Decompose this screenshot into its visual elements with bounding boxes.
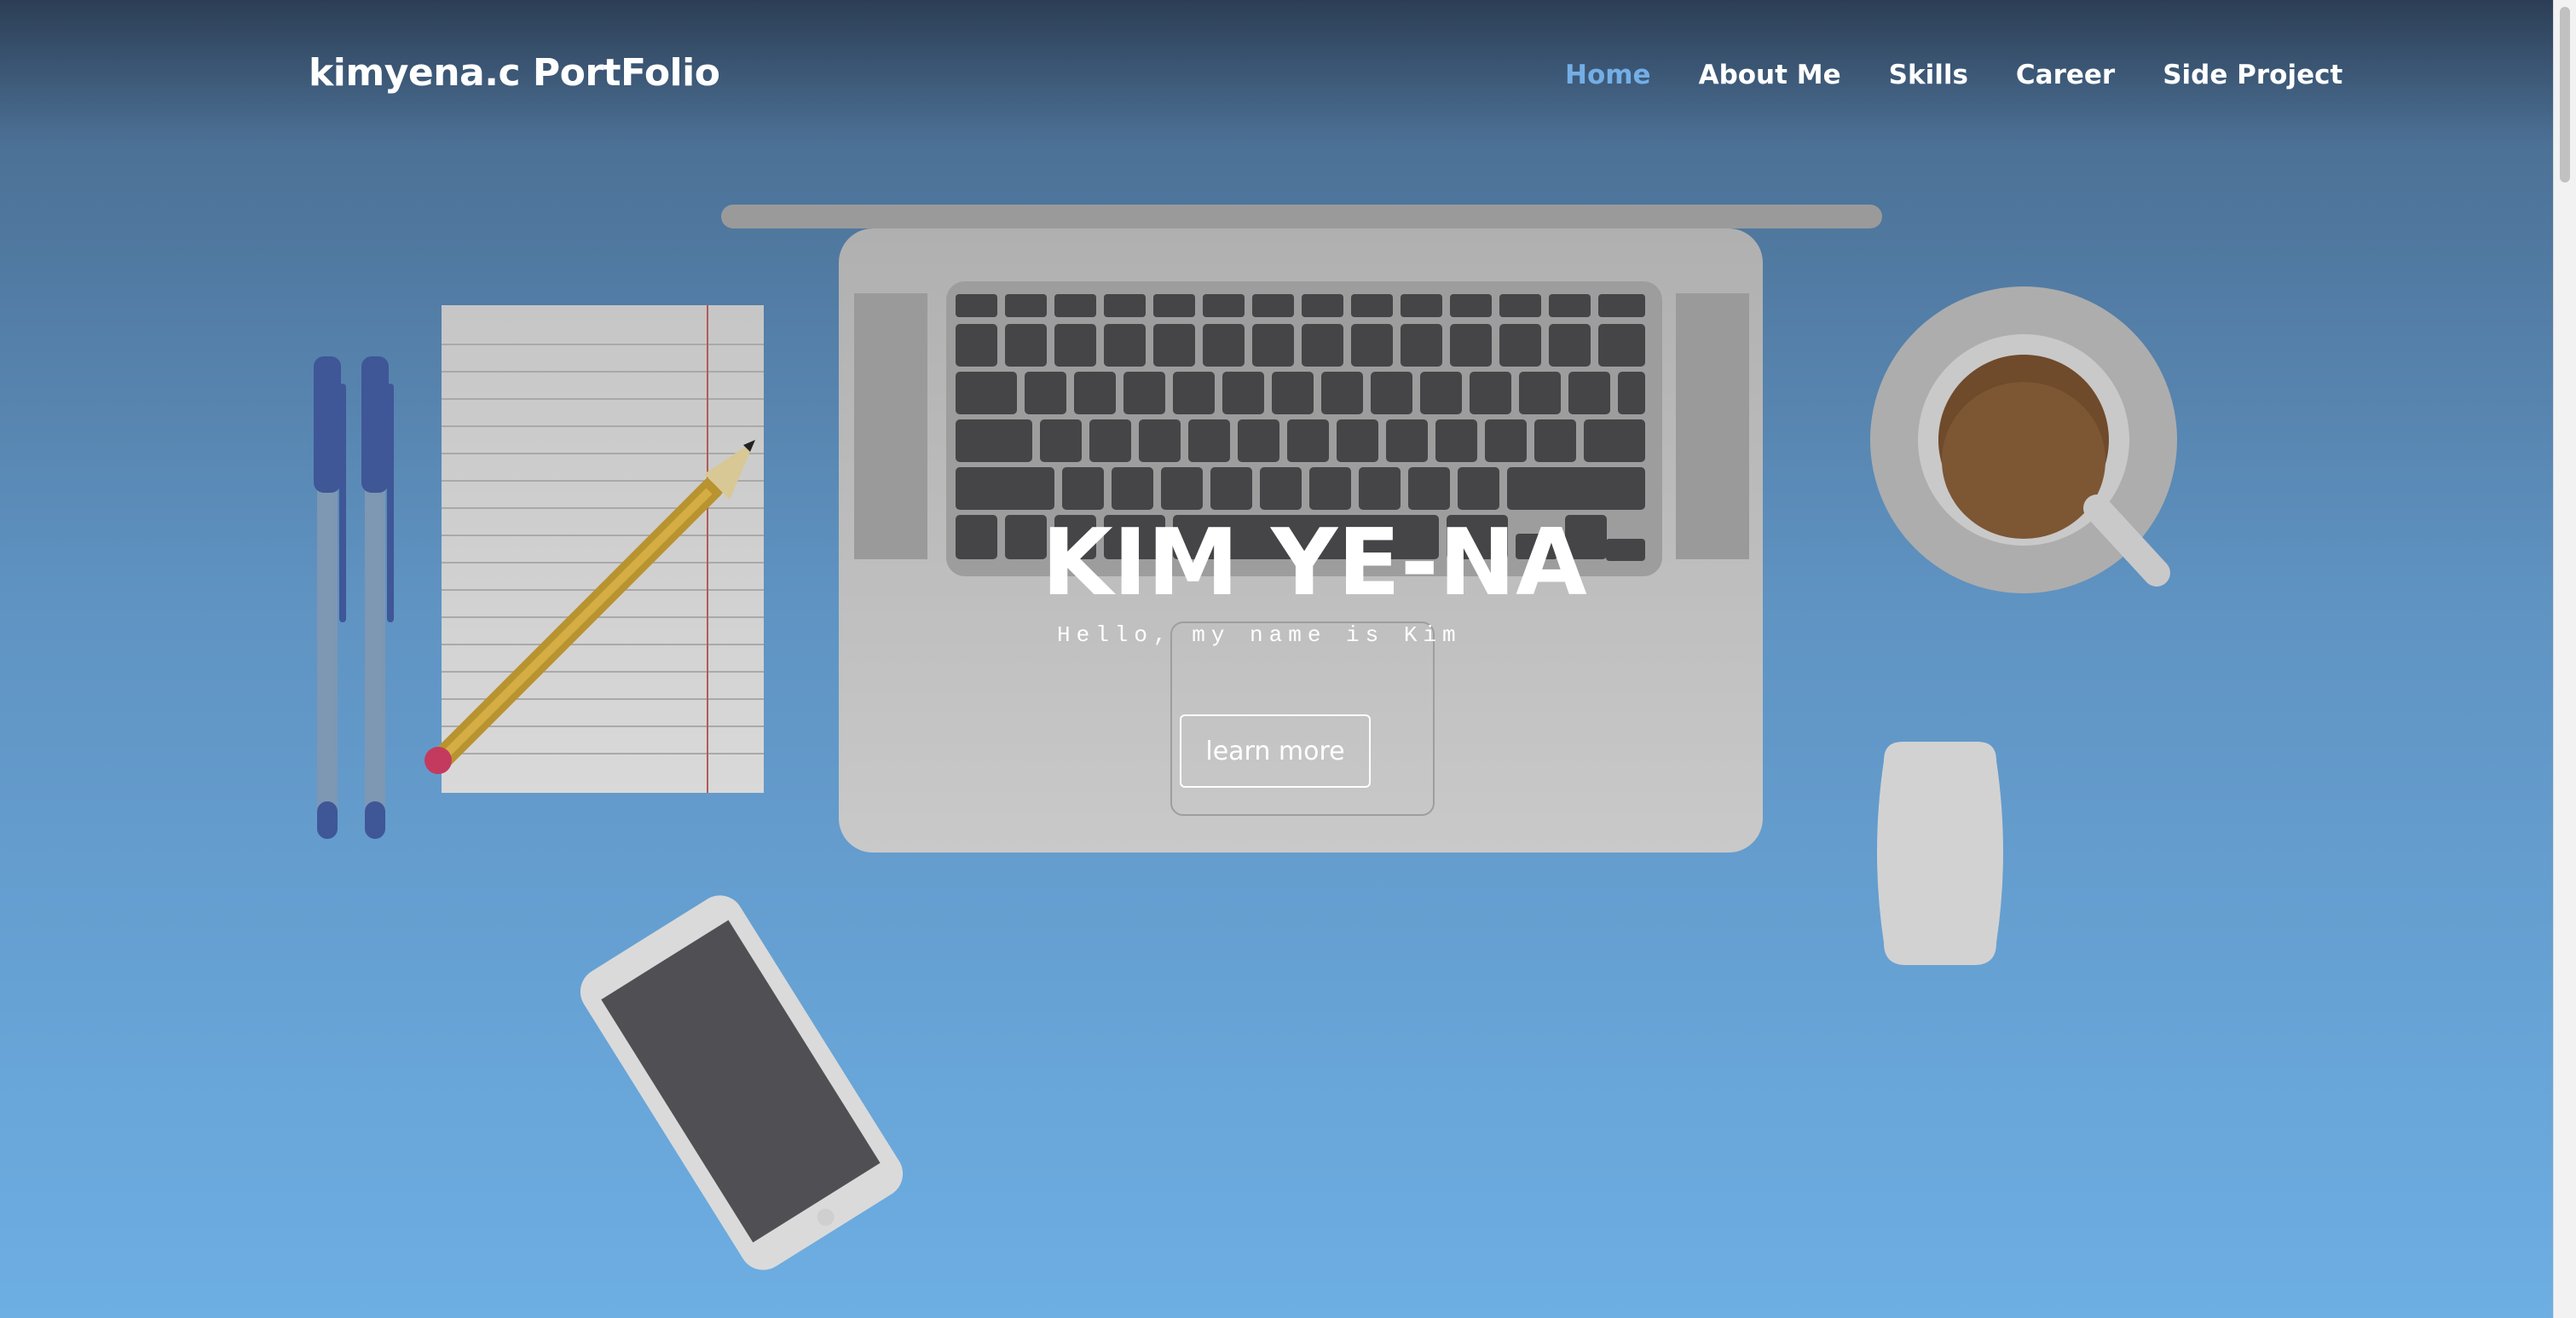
nav-career[interactable]: Career	[2016, 60, 2115, 90]
mouse	[1877, 742, 2003, 965]
desk-illustration	[314, 205, 2177, 1270]
page-scrollbar[interactable]	[2553, 0, 2576, 1318]
hero-section: kimyena.c PortFolio Home About Me Skills…	[0, 0, 2554, 1318]
main-nav: Home About Me Skills Career Side Project	[1565, 60, 2342, 90]
hero-title: KIM YE-NA	[1042, 510, 1587, 616]
scrollbar-thumb[interactable]	[2560, 7, 2570, 182]
nav-side-project[interactable]: Side Project	[2163, 60, 2342, 90]
learn-more-button[interactable]: learn more	[1180, 714, 1371, 788]
nav-skills[interactable]: Skills	[1889, 60, 1968, 90]
navbar: kimyena.c PortFolio Home About Me Skills…	[0, 0, 2554, 150]
nav-about-me[interactable]: About Me	[1699, 60, 1841, 90]
hero-subtitle: Hello, my name is Kim	[1057, 622, 1462, 648]
phone	[580, 895, 904, 1270]
nav-home[interactable]: Home	[1565, 60, 1651, 90]
pens	[314, 356, 394, 839]
coffee-cup	[1870, 286, 2177, 593]
brand-logo[interactable]: kimyena.c PortFolio	[309, 51, 720, 95]
